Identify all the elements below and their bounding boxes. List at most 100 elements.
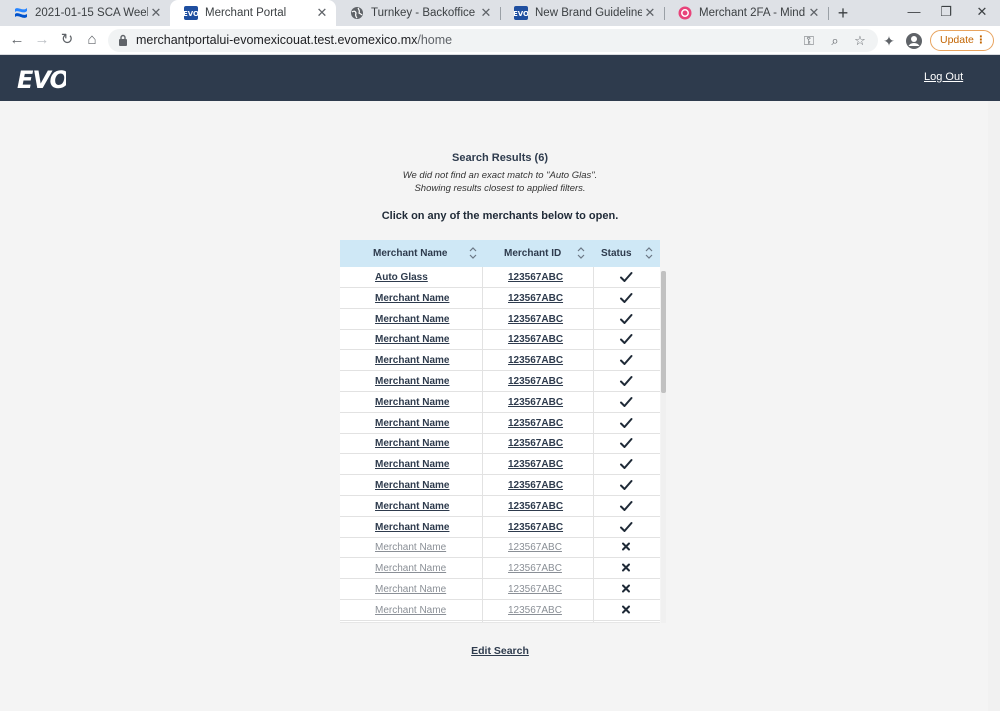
edit-search-link[interactable]: Edit Search	[471, 645, 529, 657]
table-row[interactable]: Auto Glass 123567ABC	[340, 267, 660, 288]
browser-tab-0[interactable]: 2021-01-15 SCA Weekly Me ✕	[0, 0, 170, 26]
merchant-id-link[interactable]: 123567ABC	[508, 563, 562, 574]
merchant-name-link[interactable]: Merchant Name	[375, 605, 446, 616]
merchant-id-link[interactable]: 123567ABC	[508, 314, 563, 325]
reload-icon[interactable]: ↻	[57, 30, 77, 50]
minimize-icon[interactable]: —	[896, 0, 932, 26]
merchant-id-link[interactable]: 123567ABC	[508, 272, 563, 283]
merchant-name-link[interactable]: Merchant Name	[375, 314, 449, 325]
table-row[interactable]: Merchant Name 123567ABC	[340, 475, 660, 496]
merchant-name-link[interactable]: Merchant Name	[375, 355, 449, 366]
browser-tabstrip: 2021-01-15 SCA Weekly Me ✕ EVO Merchant …	[0, 0, 1000, 26]
evo-logo[interactable]: EVO	[16, 64, 66, 92]
checkmark-icon	[620, 334, 633, 345]
table-row[interactable]: Merchant Name 123567ABC	[340, 350, 660, 372]
merchant-name-link[interactable]: Merchant Name	[375, 397, 449, 408]
merchant-name-link[interactable]: Merchant Name	[375, 418, 449, 429]
window-close-icon[interactable]: ✕	[964, 0, 1000, 26]
address-bar[interactable]: merchantportalui-evomexicouat.test.evome…	[108, 29, 878, 52]
merchant-name-link[interactable]: Merchant Name	[375, 563, 446, 574]
merchant-id-link[interactable]: 123567ABC	[508, 418, 563, 429]
close-icon[interactable]: ✕	[642, 5, 658, 21]
table-row[interactable]: Merchant Name 123567ABC	[340, 454, 660, 476]
table-row[interactable]: Merchant Name 123567ABC	[340, 517, 660, 538]
svg-text:EVO: EVO	[184, 10, 198, 18]
merchant-name-link[interactable]: Merchant Name	[375, 438, 449, 449]
merchant-name-link[interactable]: Merchant Name	[375, 501, 449, 512]
update-label: Update	[940, 34, 974, 46]
merchant-name-link[interactable]: Merchant Name	[375, 459, 449, 470]
url-text: merchantportalui-evomexicouat.test.evome…	[136, 33, 452, 47]
zoom-icon[interactable]: ⌕	[826, 32, 844, 50]
close-icon[interactable]: ✕	[148, 5, 164, 21]
merchant-id-link[interactable]: 123567ABC	[508, 355, 563, 366]
merchant-id-link[interactable]: 123567ABC	[508, 459, 563, 470]
merchant-id-link[interactable]: 123567ABC	[508, 522, 563, 533]
back-arrow-icon[interactable]: ←	[7, 30, 27, 50]
browser-tab-2[interactable]: Turnkey - Backoffice - Ui ✕	[336, 0, 500, 26]
key-icon[interactable]: ⚿	[800, 32, 818, 50]
merchant-name-link[interactable]: Merchant Name	[375, 522, 449, 533]
extensions-puzzle-icon[interactable]: ✦	[880, 32, 898, 50]
table-scrollbar-thumb[interactable]	[661, 271, 666, 393]
sort-icon[interactable]	[645, 245, 653, 261]
merchant-id-link[interactable]: 123567ABC	[508, 480, 563, 491]
close-icon[interactable]: ✕	[314, 5, 330, 21]
browser-tab-title: Turnkey - Backoffice - Ui	[371, 7, 478, 19]
restore-icon[interactable]: ❐	[928, 0, 964, 26]
sort-icon[interactable]	[577, 245, 585, 261]
table-row[interactable]: Merchant Name 123567ABC	[340, 413, 660, 434]
browser-tab-3[interactable]: EVO New Brand Guidelines ✕	[500, 0, 664, 26]
merchant-id-link[interactable]: 123567ABC	[508, 584, 562, 595]
merchant-id-link[interactable]: 123567ABC	[508, 334, 563, 345]
merchant-name-link[interactable]: Merchant Name	[375, 376, 449, 387]
merchant-name-link[interactable]: Merchant Name	[375, 584, 446, 595]
column-header-merchant-id[interactable]: Merchant ID	[504, 240, 561, 267]
checkmark-icon	[620, 272, 633, 282]
sort-icon[interactable]	[469, 245, 477, 261]
merchant-id-link[interactable]: 123567ABC	[508, 542, 562, 553]
merchant-id-link[interactable]: 123567ABC	[508, 397, 563, 408]
browser-tab-title: New Brand Guidelines	[535, 7, 642, 19]
merchant-name-link[interactable]: Merchant Name	[375, 542, 446, 553]
home-icon[interactable]: ⌂	[82, 30, 102, 50]
close-icon[interactable]: ✕	[478, 5, 494, 21]
star-icon[interactable]: ☆	[851, 32, 869, 50]
checkmark-icon	[620, 396, 633, 407]
log-out-link[interactable]: Log Out	[924, 71, 963, 83]
merchant-id-link[interactable]: 123567ABC	[508, 293, 563, 304]
merchant-name-link[interactable]: Merchant Name	[375, 480, 449, 491]
table-row[interactable]: Merchant Name 123567ABC	[340, 579, 660, 600]
merchant-name-link[interactable]: Merchant Name	[375, 293, 449, 304]
checkmark-icon	[620, 438, 633, 449]
table-row[interactable]: Merchant Name 123567ABC	[340, 537, 660, 559]
close-icon[interactable]: ✕	[806, 5, 822, 21]
table-body: Auto Glass 123567ABC Merchant Name 123567AB…	[340, 267, 660, 623]
new-tab-plus-icon[interactable]: +	[834, 2, 852, 24]
update-button[interactable]: Update ⋮	[930, 30, 994, 51]
profile-avatar-icon[interactable]	[905, 32, 923, 50]
forward-arrow-icon[interactable]: →	[32, 30, 52, 50]
merchant-id-link[interactable]: 123567ABC	[508, 438, 563, 449]
table-row[interactable]: Merchant Name 123567ABC	[340, 371, 660, 392]
table-row[interactable]: Merchant Name 123567ABC	[340, 558, 660, 580]
column-header-status[interactable]: Status	[601, 240, 632, 267]
merchant-id-link[interactable]: 123567ABC	[508, 501, 563, 512]
table-row[interactable]: Merchant Name 123567ABC	[340, 433, 660, 455]
table-row[interactable]: Merchant Name 123567ABC	[340, 600, 660, 621]
table-row[interactable]: Merchant Name 123567ABC	[340, 309, 660, 330]
table-row[interactable]: Merchant Name 123567ABC	[340, 329, 660, 351]
merchant-id-link[interactable]: 123567ABC	[508, 376, 563, 387]
merchant-name-link[interactable]: Merchant Name	[375, 334, 449, 345]
merchant-name-link[interactable]: Auto Glass	[375, 272, 428, 283]
merchant-id-link[interactable]: 123567ABC	[508, 605, 562, 616]
table-row[interactable]: Merchant Name 123567ABC	[340, 288, 660, 309]
column-header-merchant-name[interactable]: Merchant Name	[373, 240, 447, 267]
browser-tab-title: Merchant 2FA - MindMeist	[699, 7, 806, 19]
browser-tab-4[interactable]: Merchant 2FA - MindMeist ✕	[664, 0, 828, 26]
table-row[interactable]: Merchant Name 123567ABC	[340, 496, 660, 517]
table-row[interactable]: Merchant Name 123567ABC	[340, 392, 660, 413]
browser-tab-1[interactable]: EVO Merchant Portal ✕	[170, 0, 336, 26]
checkmark-icon	[620, 313, 633, 324]
closest-results-notice: Showing results closest to applied filte…	[414, 183, 586, 194]
